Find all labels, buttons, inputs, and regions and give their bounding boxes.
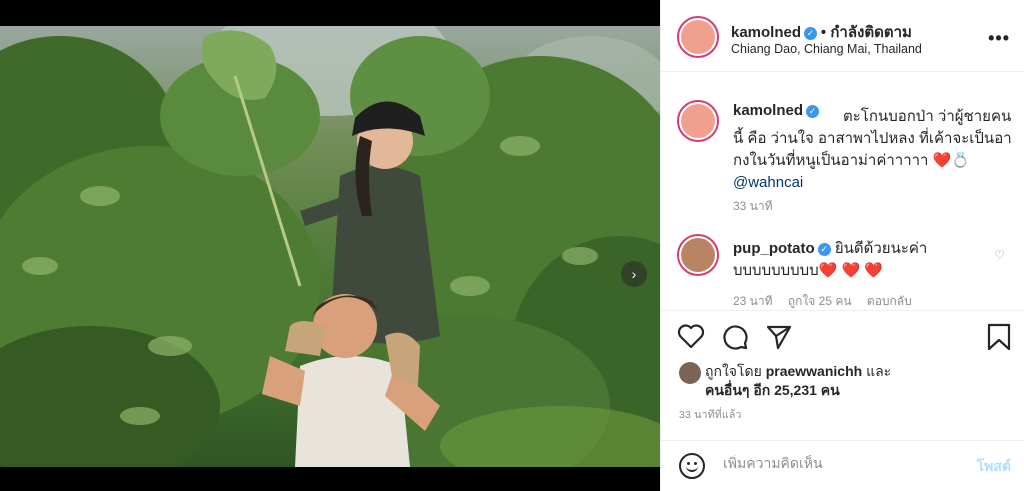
likes-prefix: ถูกใจโดย	[705, 363, 762, 379]
author-line: kamolned ✓ • กำลังติดตาม	[731, 20, 912, 44]
chevron-right-icon: ›	[631, 266, 637, 282]
author-username[interactable]: kamolned	[731, 24, 801, 41]
caption-mention-link[interactable]: @wahncai	[733, 174, 803, 191]
comment-meta: 23 นาที ถูกใจ 25 คน ตอบกลับ	[733, 292, 924, 310]
likes-others-link[interactable]: คนอื่นๆ อีก 25,231 คน	[705, 382, 840, 398]
bookmark-icon[interactable]	[987, 323, 1011, 351]
post-media: ›	[0, 0, 660, 491]
comment-icon[interactable]	[721, 323, 749, 351]
more-options-icon[interactable]: •••	[988, 28, 1010, 49]
likes-user-link[interactable]: praewwanichh	[766, 363, 862, 379]
comment-input[interactable]	[723, 455, 953, 471]
post-actions	[661, 310, 1024, 362]
likes-text: ถูกใจโดย praewwanichh และ คนอื่นๆ อีก 25…	[705, 362, 1005, 400]
caption-time[interactable]: 33 นาที	[733, 197, 773, 216]
post-time-ago[interactable]: 33 นาทีที่แล้ว	[679, 406, 742, 423]
share-icon[interactable]	[765, 323, 793, 351]
comment-reply-button[interactable]: ตอบกลับ	[867, 294, 912, 308]
comment-likes[interactable]: ถูกใจ 25 คน	[788, 294, 852, 308]
comment-composer: โพสต์	[661, 440, 1024, 491]
photo-illustration	[0, 26, 660, 467]
comments-section: kamolned ✓ ตะโกนบอกป่า ว่าผู้ชายคนนี้ คือ…	[661, 72, 1024, 310]
comment-like-heart-icon[interactable]: ♡	[994, 248, 1005, 262]
follow-status[interactable]: • กำลังติดตาม	[821, 24, 912, 41]
verified-badge-icon: ✓	[817, 242, 831, 256]
author-avatar-image	[681, 20, 715, 54]
heart-icon[interactable]	[677, 323, 705, 349]
caption-avatar-image	[681, 104, 715, 138]
post-photo[interactable]: ›	[0, 26, 660, 467]
comment-emoji: ❤️ ❤️ ❤️	[818, 262, 884, 279]
verified-badge-icon: ✓	[804, 26, 818, 40]
commenter-avatar-image	[681, 238, 715, 272]
comment-username[interactable]: pup_potato	[733, 240, 815, 257]
post-location[interactable]: Chiang Dao, Chiang Mai, Thailand	[731, 42, 922, 56]
caption-emoji: ❤️💍	[932, 152, 971, 169]
post-details-panel: kamolned ✓ • กำลังติดตาม Chiang Dao, Chia…	[660, 0, 1024, 491]
liker-avatar[interactable]	[679, 362, 701, 384]
post-comment-button[interactable]: โพสต์	[977, 456, 1011, 478]
caption-text-block: ตะโกนบอกป่า ว่าผู้ชายคนนี้ คือ ว่านใจ อา…	[733, 106, 1013, 194]
commenter-avatar[interactable]	[677, 234, 719, 276]
comment-item: pup_potato ✓ ยินดีด้วยนะค่าบบบบบบบบบ❤️ ❤️…	[733, 238, 993, 282]
likes-conj: และ	[866, 363, 892, 379]
author-avatar[interactable]	[677, 16, 719, 58]
emoji-icon[interactable]	[679, 453, 705, 479]
comment-time[interactable]: 23 นาที	[733, 294, 773, 308]
post-header: kamolned ✓ • กำลังติดตาม Chiang Dao, Chia…	[661, 0, 1024, 72]
carousel-next-button[interactable]: ›	[621, 261, 647, 287]
caption-avatar[interactable]	[677, 100, 719, 142]
